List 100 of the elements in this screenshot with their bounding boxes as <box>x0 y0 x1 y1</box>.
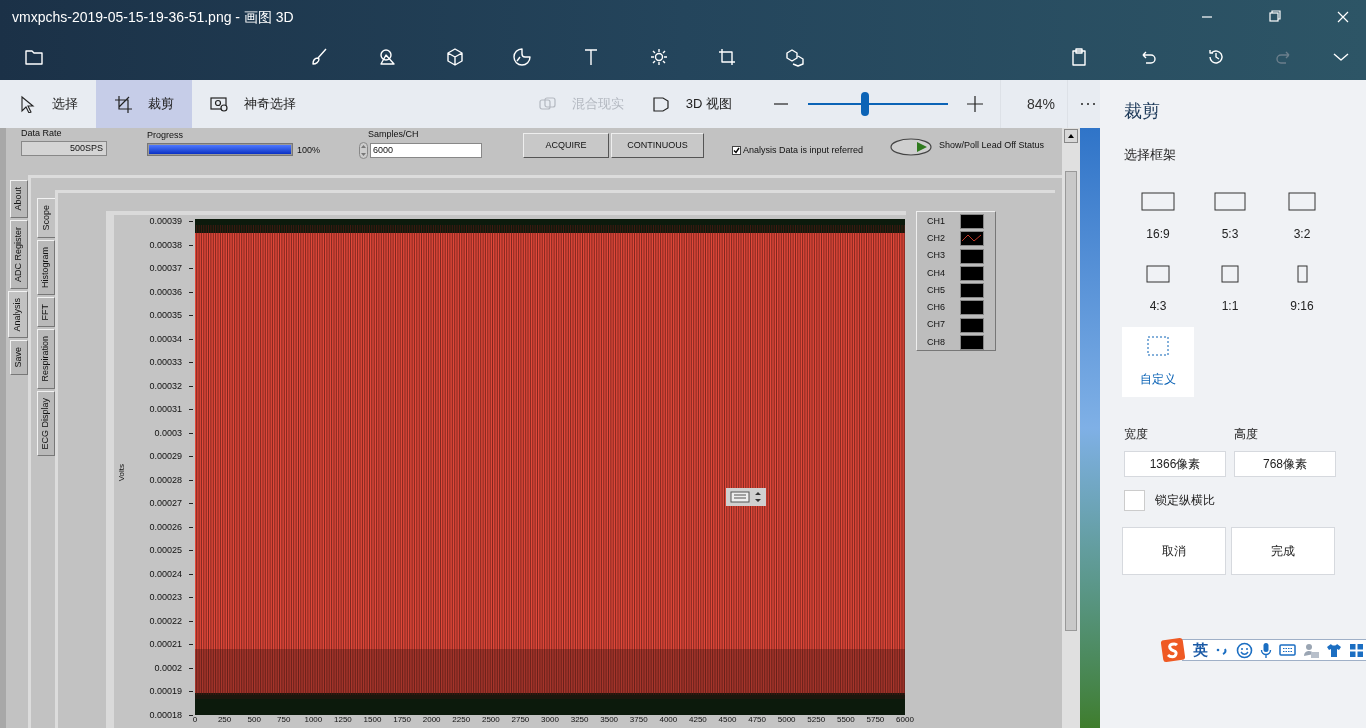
vertical-tab[interactable]: Histogram <box>37 239 55 295</box>
grid-icon[interactable] <box>1349 642 1364 658</box>
magic-select-icon <box>209 95 228 113</box>
axis-tick-label: 0.00024 <box>149 568 182 579</box>
axis-tick-label: 0.0002 <box>154 662 182 673</box>
axis-tick-label: 0.00022 <box>149 615 182 626</box>
view-button[interactable]: 3D 视图 <box>641 80 742 128</box>
checkbox-label: 锁定纵横比 <box>1155 492 1215 509</box>
vertical-tab[interactable]: Respiration <box>37 329 55 389</box>
trace-swatch[interactable] <box>960 231 984 247</box>
zoom-slider[interactable] <box>808 92 948 116</box>
paste-icon[interactable] <box>1069 47 1089 67</box>
input-mode-toggle[interactable]: 英 <box>1193 638 1208 662</box>
frame-icon <box>1146 264 1170 283</box>
field-label: 高度 <box>1234 425 1259 443</box>
vertical-tab[interactable]: ECG Display <box>37 390 55 457</box>
axis-tick-label: 0.00034 <box>149 333 182 344</box>
acquire-button[interactable]: ACQUIRE <box>523 133 610 158</box>
tool-button[interactable]: 神奇选择 <box>191 80 310 128</box>
zoom-in-button[interactable] <box>966 95 984 113</box>
data-rate-field: 500SPS <box>21 141 107 156</box>
cubes-icon[interactable] <box>785 47 805 67</box>
vertical-tab[interactable]: Analysis <box>8 290 28 339</box>
axis-tick-label: 2250 <box>452 715 471 724</box>
aspect-ratio-option[interactable]: 3:2 <box>1266 182 1338 253</box>
aspect-ratio-option[interactable]: 1:1 <box>1194 254 1266 325</box>
smiley-icon[interactable] <box>1236 641 1253 659</box>
axis-tick-label: 0.00032 <box>149 380 182 391</box>
axis-tick-label: 5250 <box>807 715 826 724</box>
axis-tick-label: 0.00018 <box>149 710 182 720</box>
aspect-ratio-option[interactable]: 5:3 <box>1194 182 1266 253</box>
folder-icon[interactable] <box>24 47 44 67</box>
axis-tick-label: 3000 <box>541 715 559 724</box>
vertical-tab[interactable]: About <box>10 180 28 218</box>
empty-swatch[interactable] <box>960 283 984 299</box>
axis-tick-label: 0.00028 <box>149 474 182 485</box>
empty-swatch[interactable] <box>960 265 984 281</box>
aspect-ratio-option[interactable]: 16:9 <box>1122 182 1194 253</box>
axis-tick-label: 0.00023 <box>149 592 182 603</box>
axis-tick-label: 0.00031 <box>149 404 182 415</box>
aspect-ratio-option[interactable]: 自定义 <box>1122 326 1194 397</box>
history-icon[interactable] <box>1206 47 1226 67</box>
axis-tick-label: 0.00036 <box>149 286 182 297</box>
empty-swatch[interactable] <box>960 248 984 264</box>
done-button[interactable]: 完成 <box>1231 526 1335 575</box>
vertical-tab[interactable]: Save <box>10 340 28 375</box>
cube-icon[interactable] <box>445 47 465 67</box>
axis-tick-label: 3750 <box>629 715 648 724</box>
axis-tick-label: 0.00026 <box>149 521 182 532</box>
empty-swatch[interactable] <box>960 334 984 350</box>
continuous-button[interactable]: CONTINUOUS <box>611 133 705 158</box>
canvas-crop-icon[interactable] <box>717 47 737 67</box>
samples-field[interactable]: 6000 <box>370 143 483 158</box>
progress-reading: 100% <box>297 145 321 156</box>
sticker-icon[interactable] <box>512 47 532 67</box>
shirt-icon[interactable] <box>1326 642 1342 658</box>
axis-tick-label: 0.00038 <box>149 239 182 250</box>
vertical-tab[interactable]: FFT <box>37 296 55 328</box>
field-label: Progress <box>147 130 184 140</box>
empty-swatch[interactable] <box>960 214 984 230</box>
scrollbar[interactable] <box>1062 128 1080 728</box>
axis-tick-label: 1000 <box>304 715 323 724</box>
legend-label: CH6 <box>927 301 946 315</box>
toggle-switch[interactable] <box>889 137 934 157</box>
input-method-logo-icon[interactable] <box>1160 637 1186 663</box>
axis-tick-label: 4500 <box>718 715 737 724</box>
legend-label: CH2 <box>927 232 946 246</box>
tool-button[interactable]: 裁剪 <box>95 80 192 128</box>
crop-icon <box>113 95 132 113</box>
axis-tick-label: 2750 <box>511 715 530 724</box>
spinner-arrows-icon[interactable] <box>359 142 369 159</box>
slider-thumb[interactable] <box>861 92 870 116</box>
window-title: vmxpchs-2019-05-15-19-36-51.png - 画图 3D <box>12 7 294 27</box>
microphone-icon[interactable] <box>1260 641 1272 659</box>
axis-tick-label: 250 <box>217 715 232 724</box>
toggle-label: Show/Poll Lead Off Status <box>939 138 1044 152</box>
sun-icon[interactable] <box>649 47 669 67</box>
axis-tick-label: 0.00019 <box>149 686 182 697</box>
keyboard-icon[interactable] <box>1279 643 1296 657</box>
tool-button[interactable]: 选择 <box>0 80 96 128</box>
vertical-tab[interactable]: Scope <box>37 198 57 238</box>
scroll-thumb[interactable] <box>1065 171 1077 631</box>
section-heading: 选择框架 <box>1124 146 1177 164</box>
legend-label: CH4 <box>927 266 946 280</box>
checkbox[interactable] <box>732 146 742 156</box>
axis-tick-label: 0.0003 <box>154 427 182 438</box>
aspect-ratio-option[interactable]: 9:16 <box>1266 254 1338 325</box>
width-field[interactable]: 1366像素 <box>1124 450 1226 477</box>
axis-tick-label: 2500 <box>481 715 500 724</box>
empty-swatch[interactable] <box>960 300 984 316</box>
axis-tick-label: 3250 <box>570 715 589 724</box>
legend-label: CH1 <box>927 214 946 228</box>
height-field[interactable]: 768像素 <box>1234 450 1336 477</box>
axis-tick-label: 0.00021 <box>149 639 182 650</box>
empty-swatch[interactable] <box>960 317 984 333</box>
axis-tick-label: 2000 <box>422 715 441 724</box>
aspect-ratio-option[interactable]: 4:3 <box>1122 254 1194 325</box>
axis-tick-label: 3500 <box>600 715 619 724</box>
cancel-button[interactable]: 取消 <box>1122 526 1226 575</box>
vertical-tab[interactable]: ADC Register <box>10 219 28 289</box>
